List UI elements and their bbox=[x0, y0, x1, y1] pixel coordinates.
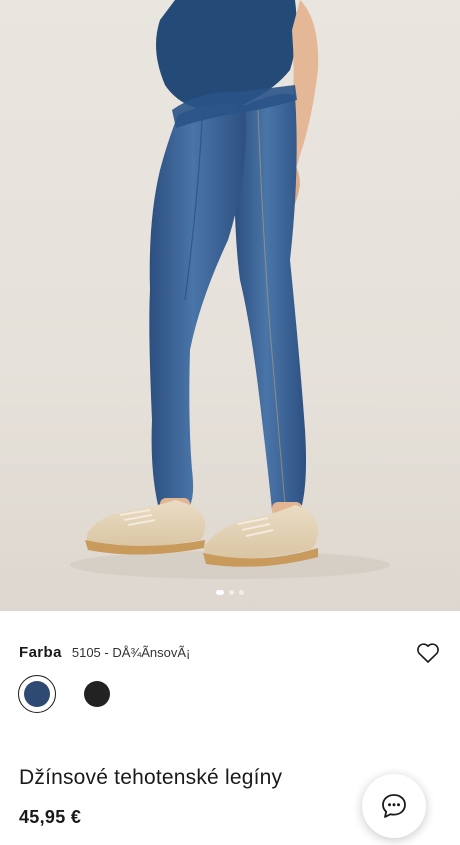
product-info: Farba 5105 - DÅ¾ÃnsovÃ¡ Džínsové tehoten… bbox=[0, 611, 460, 845]
product-price: 45,95 € bbox=[19, 807, 82, 827]
gallery-pagination bbox=[216, 590, 244, 595]
swatch-denim-color bbox=[24, 681, 50, 707]
wishlist-button[interactable] bbox=[416, 642, 440, 664]
product-image[interactable] bbox=[0, 0, 460, 611]
color-selector-header: Farba 5105 - DÅ¾ÃnsovÃ¡ bbox=[19, 644, 190, 661]
chat-bubble-icon bbox=[382, 794, 406, 818]
swatch-denim[interactable] bbox=[18, 675, 56, 713]
color-label: Farba bbox=[19, 644, 62, 661]
gallery-dot-1[interactable] bbox=[216, 590, 224, 595]
product-photo bbox=[70, 0, 390, 579]
color-value: 5105 - DÅ¾ÃnsovÃ¡ bbox=[71, 645, 191, 660]
gallery-dot-3[interactable] bbox=[239, 590, 244, 595]
color-swatches bbox=[18, 675, 116, 713]
product-title: Džínsové tehotenské legíny bbox=[19, 766, 283, 789]
heart-outline-icon bbox=[417, 643, 439, 663]
swatch-black-color bbox=[84, 681, 110, 707]
gallery-dot-2[interactable] bbox=[229, 590, 234, 595]
chat-button[interactable] bbox=[362, 774, 426, 838]
swatch-black[interactable] bbox=[78, 675, 116, 713]
